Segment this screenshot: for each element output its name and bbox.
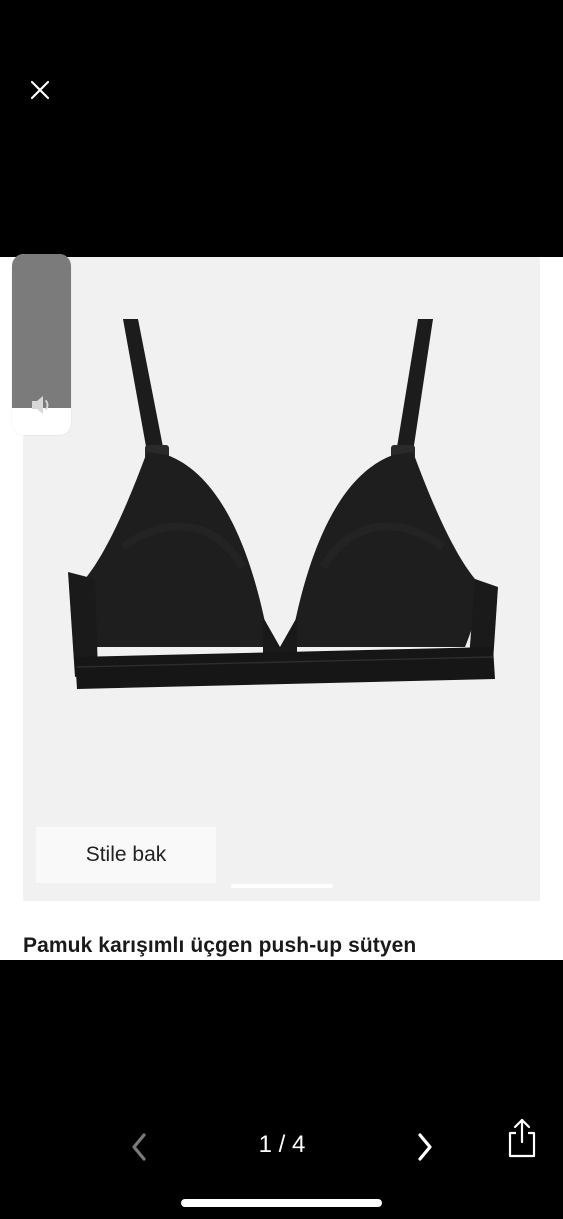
share-icon [508,1118,536,1158]
next-button[interactable] [410,1128,440,1166]
speaker-icon [32,396,49,414]
volume-level [12,254,71,408]
share-button[interactable] [505,1117,539,1159]
home-indicator[interactable] [181,1199,382,1207]
product-title: Pamuk karışımlı üçgen push-up sütyen [23,934,417,957]
close-button[interactable] [24,74,56,106]
carousel-indicator [231,884,333,888]
chevron-left-icon [132,1133,146,1161]
previous-button[interactable] [124,1128,154,1166]
product-image[interactable]: Stile bak [23,257,540,901]
chevron-right-icon [418,1133,432,1161]
product-detail-panel: Stile bak Pamuk karışımlı üçgen push-up … [0,257,563,960]
close-icon [30,80,50,100]
style-button[interactable]: Stile bak [36,827,216,883]
page-counter: 1 / 4 [258,1131,306,1158]
product-photo [68,319,498,689]
volume-hud [12,254,71,435]
style-button-label: Stile bak [85,843,167,866]
